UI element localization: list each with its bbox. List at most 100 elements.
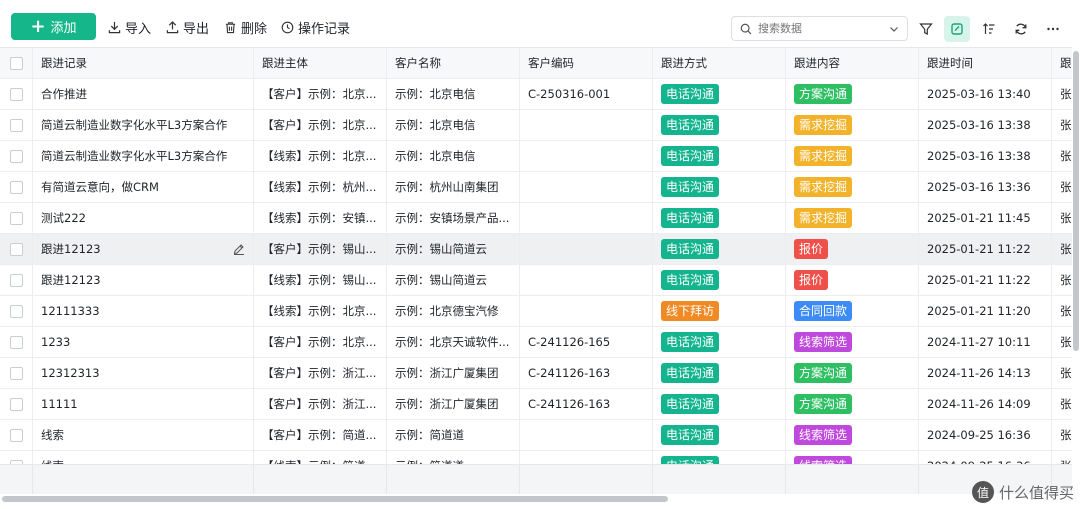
subject-cell[interactable]: 【线索】示例：锡山... [254, 265, 387, 295]
row-checkbox[interactable] [9, 180, 23, 194]
row-checkbox[interactable] [9, 304, 23, 318]
owner-cell[interactable]: 张 [1052, 172, 1072, 202]
customer-cell[interactable]: 示例：北京德宝汽修 [387, 296, 520, 326]
row-checkbox[interactable] [9, 428, 23, 442]
owner-cell[interactable]: 张 [1052, 79, 1072, 109]
column-header[interactable]: 跟进记录 [33, 48, 254, 78]
edit-icon[interactable] [233, 243, 245, 255]
column-header[interactable]: 跟进主体 [254, 48, 387, 78]
subject-cell[interactable]: 【客户】示例：北京... [254, 110, 387, 140]
table-row[interactable]: 有简道云意向，做CRM 【线索】示例：杭州... 示例：杭州山南集团 电话沟通 需求挖掘… [0, 172, 1072, 203]
subject-cell[interactable]: 【客户】示例：浙江... [254, 389, 387, 419]
owner-cell[interactable]: 张 [1052, 265, 1072, 295]
content-cell[interactable]: 需求挖掘 [786, 203, 919, 233]
customer-cell[interactable]: 示例：锡山简道云 [387, 265, 520, 295]
content-cell[interactable]: 报价 [786, 234, 919, 264]
owner-cell[interactable]: 张 [1052, 141, 1072, 171]
record-cell[interactable]: 11111 [33, 389, 254, 419]
record-cell[interactable]: 跟进12123 [33, 265, 254, 295]
column-header[interactable]: 客户编码 [520, 48, 653, 78]
row-checkbox[interactable] [9, 118, 23, 132]
content-cell[interactable]: 报价 [786, 265, 919, 295]
code-cell[interactable] [520, 296, 653, 326]
content-cell[interactable]: 需求挖掘 [786, 110, 919, 140]
record-cell[interactable]: 测试222 [33, 203, 254, 233]
time-cell[interactable]: 2025-01-21 11:20 [919, 296, 1052, 326]
customer-cell[interactable]: 示例：北京电信 [387, 110, 520, 140]
time-cell[interactable]: 2025-01-21 11:22 [919, 265, 1052, 295]
chevron-down-icon[interactable] [889, 24, 899, 34]
horizontal-scrollbar[interactable] [0, 494, 1080, 509]
time-cell[interactable]: 2025-01-21 11:22 [919, 234, 1052, 264]
customer-cell[interactable]: 示例：杭州山南集团 [387, 172, 520, 202]
code-cell[interactable] [520, 420, 653, 450]
record-cell[interactable]: 线索 [33, 420, 254, 450]
record-cell[interactable]: 12312313 [33, 358, 254, 388]
row-checkbox[interactable] [9, 273, 23, 287]
owner-cell[interactable]: 张 [1052, 389, 1072, 419]
time-cell[interactable]: 2024-11-27 10:11 [919, 327, 1052, 357]
code-cell[interactable]: C-241126-163 [520, 358, 653, 388]
search-box[interactable] [731, 16, 908, 41]
add-button[interactable]: + 添加 [11, 13, 96, 40]
owner-cell[interactable]: 张 [1052, 110, 1072, 140]
time-cell[interactable]: 2024-09-25 16:36 [919, 420, 1052, 450]
owner-cell[interactable]: 张 [1052, 203, 1072, 233]
search-input[interactable] [758, 22, 889, 35]
customer-cell[interactable]: 示例：简道道 [387, 420, 520, 450]
owner-cell[interactable]: 张 [1052, 420, 1072, 450]
code-cell[interactable]: C-241126-165 [520, 327, 653, 357]
content-cell[interactable]: 线索筛选 [786, 420, 919, 450]
vertical-scroll-thumb[interactable] [1073, 51, 1079, 351]
method-cell[interactable]: 电话沟通 [653, 327, 786, 357]
refresh-button[interactable] [1008, 16, 1034, 42]
method-cell[interactable]: 电话沟通 [653, 110, 786, 140]
code-cell[interactable]: C-241126-163 [520, 389, 653, 419]
table-row[interactable]: 跟进12123 【线索】示例：锡山... 示例：锡山简道云 电话沟通 报价 2025-01… [0, 265, 1072, 296]
table-row[interactable]: 简道云制造业数字化水平L3方案合作 【客户】示例：北京... 示例：北京电信 电话沟通… [0, 110, 1072, 141]
row-checkbox[interactable] [9, 149, 23, 163]
table-row[interactable]: 12312313 【客户】示例：浙江... 示例：浙江广厦集团 C-241126-16… [0, 358, 1072, 389]
row-checkbox[interactable] [9, 397, 23, 411]
method-cell[interactable]: 电话沟通 [653, 203, 786, 233]
table-row[interactable]: 1233 【客户】示例：北京... 示例：北京天诚软件... C-241126-165… [0, 327, 1072, 358]
record-cell[interactable]: 合作推进 [33, 79, 254, 109]
content-cell[interactable]: 线索筛选 [786, 327, 919, 357]
more-button[interactable] [1040, 16, 1066, 42]
code-cell[interactable]: C-250316-001 [520, 79, 653, 109]
row-checkbox[interactable] [9, 87, 23, 101]
customer-cell[interactable]: 示例：安镇场景产品... [387, 203, 520, 233]
row-checkbox[interactable] [9, 366, 23, 380]
delete-button[interactable]: 删除 [224, 17, 267, 37]
export-button[interactable]: 导出 [166, 17, 209, 37]
time-cell[interactable]: 2025-03-16 13:38 [919, 110, 1052, 140]
method-cell[interactable]: 线下拜访 [653, 296, 786, 326]
import-button[interactable]: 导入 [108, 17, 151, 37]
code-cell[interactable] [520, 141, 653, 171]
record-cell[interactable]: 简道云制造业数字化水平L3方案合作 [33, 141, 254, 171]
subject-cell[interactable]: 【线索】示例：安镇... [254, 203, 387, 233]
subject-cell[interactable]: 【线索】示例：杭州... [254, 172, 387, 202]
subject-cell[interactable]: 【线索】示例：北京... [254, 141, 387, 171]
time-cell[interactable]: 2025-03-16 13:38 [919, 141, 1052, 171]
history-button[interactable]: 操作记录 [281, 17, 350, 37]
owner-cell[interactable]: 张 [1052, 296, 1072, 326]
method-cell[interactable]: 电话沟通 [653, 358, 786, 388]
column-header[interactable]: 跟 [1052, 48, 1072, 78]
content-cell[interactable]: 合同回款 [786, 296, 919, 326]
content-cell[interactable]: 需求挖掘 [786, 141, 919, 171]
table-row[interactable]: 11111 【客户】示例：浙江... 示例：浙江广厦集团 C-241126-163 电话… [0, 389, 1072, 420]
row-checkbox[interactable] [9, 211, 23, 225]
method-cell[interactable]: 电话沟通 [653, 389, 786, 419]
table-row[interactable]: 线索 【客户】示例：简道... 示例：简道道 电话沟通 线索筛选 2024-09-25 1… [0, 420, 1072, 451]
code-cell[interactable] [520, 265, 653, 295]
record-cell[interactable]: 简道云制造业数字化水平L3方案合作 [33, 110, 254, 140]
subject-cell[interactable]: 【客户】示例：简道... [254, 420, 387, 450]
method-cell[interactable]: 电话沟通 [653, 141, 786, 171]
subject-cell[interactable]: 【客户】示例：北京... [254, 79, 387, 109]
sort-button[interactable] [976, 16, 1002, 42]
customer-cell[interactable]: 示例：浙江广厦集团 [387, 358, 520, 388]
time-cell[interactable]: 2024-11-26 14:09 [919, 389, 1052, 419]
content-cell[interactable]: 方案沟通 [786, 79, 919, 109]
owner-cell[interactable]: 张 [1052, 327, 1072, 357]
